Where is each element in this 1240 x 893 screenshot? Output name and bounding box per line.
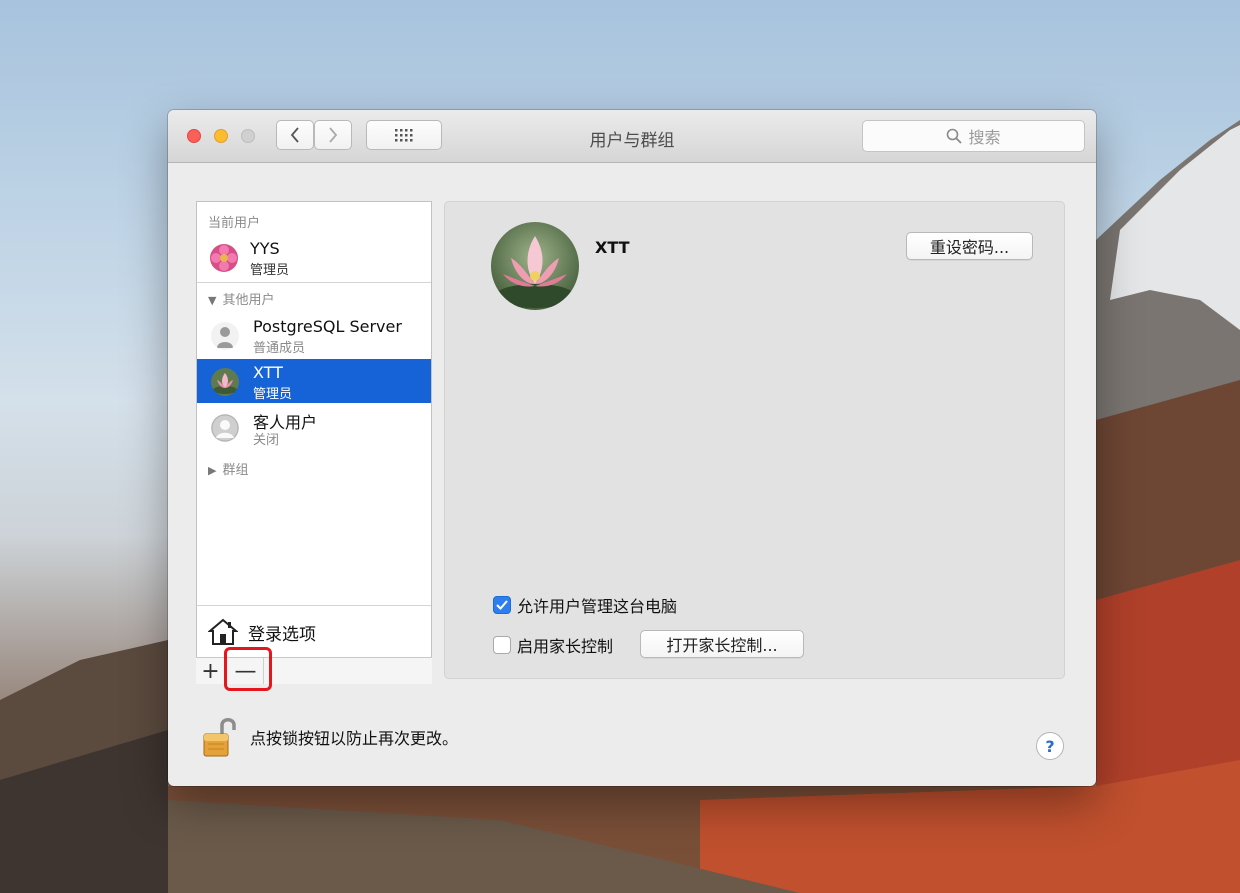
allow-admin-checkbox[interactable] <box>493 596 511 614</box>
reset-password-button[interactable]: 重设密码... <box>906 232 1033 260</box>
lotus-avatar-icon <box>211 368 239 396</box>
house-icon <box>208 618 238 645</box>
lock-open-icon[interactable] <box>202 714 236 760</box>
user-role: 管理员 <box>250 263 290 278</box>
user-name: XTT <box>253 363 283 382</box>
other-users-label: 其他用户 <box>222 293 275 308</box>
groups-heading[interactable]: ▶ 群组 <box>208 459 248 478</box>
user-role: 管理员 <box>253 387 293 402</box>
allow-admin-row[interactable]: 允许用户管理这台电脑 <box>493 593 677 617</box>
parental-controls-checkbox[interactable] <box>493 636 511 654</box>
disclosure-triangle-icon: ▼ <box>208 294 217 307</box>
groups-label: 群组 <box>222 463 249 478</box>
user-row-guest[interactable]: 客人用户 关闭 <box>197 405 431 449</box>
user-role: 普通成员 <box>253 341 306 356</box>
user-detail-panel: XTT 重设密码... 允许用户管理这台电脑 启用家长控制 打开家长控制... <box>444 201 1065 679</box>
user-name: YYS <box>250 239 280 258</box>
help-button[interactable]: ? <box>1036 732 1064 760</box>
search-icon <box>947 128 963 144</box>
lock-row: 点按锁按钮以防止再次更改。 <box>202 714 458 760</box>
user-row-yys[interactable]: YYS 管理员 <box>197 235 431 279</box>
user-photo[interactable] <box>491 222 579 310</box>
section-divider <box>197 282 431 283</box>
current-users-heading: 当前用户 <box>208 216 261 231</box>
search-placeholder: 搜索 <box>968 128 1001 147</box>
add-user-button[interactable]: + <box>196 658 226 684</box>
selected-user-name: XTT <box>595 238 630 257</box>
lock-hint-text: 点按锁按钮以防止再次更改。 <box>250 729 459 748</box>
checkmark-icon <box>496 600 508 610</box>
search-field[interactable]: 搜索 <box>862 120 1085 152</box>
remove-button-highlight <box>224 647 272 691</box>
disclosure-triangle-icon: ▶ <box>208 464 217 477</box>
user-silhouette-icon <box>211 322 239 350</box>
allow-admin-label: 允许用户管理这台电脑 <box>517 597 678 616</box>
parental-controls-row[interactable]: 启用家长控制 <box>493 633 613 657</box>
user-name: PostgreSQL Server <box>253 317 402 336</box>
open-parental-controls-button[interactable]: 打开家长控制... <box>640 630 804 658</box>
list-bottom-divider <box>197 605 431 606</box>
user-role: 关闭 <box>253 433 280 448</box>
guest-user-icon <box>211 414 239 442</box>
users-groups-window: 用户与群组 搜索 当前用户 YYS 管理员 ▼ 其他用户 PostgreSQL … <box>168 110 1096 786</box>
titlebar: 用户与群组 搜索 <box>168 110 1096 163</box>
parental-controls-label: 启用家长控制 <box>517 637 614 656</box>
login-options-label: 登录选项 <box>248 624 316 645</box>
other-users-heading[interactable]: ▼ 其他用户 <box>208 289 274 308</box>
user-row-xtt[interactable]: XTT 管理员 <box>197 359 431 403</box>
user-row-postgresql[interactable]: PostgreSQL Server 普通成员 <box>197 313 431 357</box>
flower-avatar-icon <box>210 244 238 272</box>
